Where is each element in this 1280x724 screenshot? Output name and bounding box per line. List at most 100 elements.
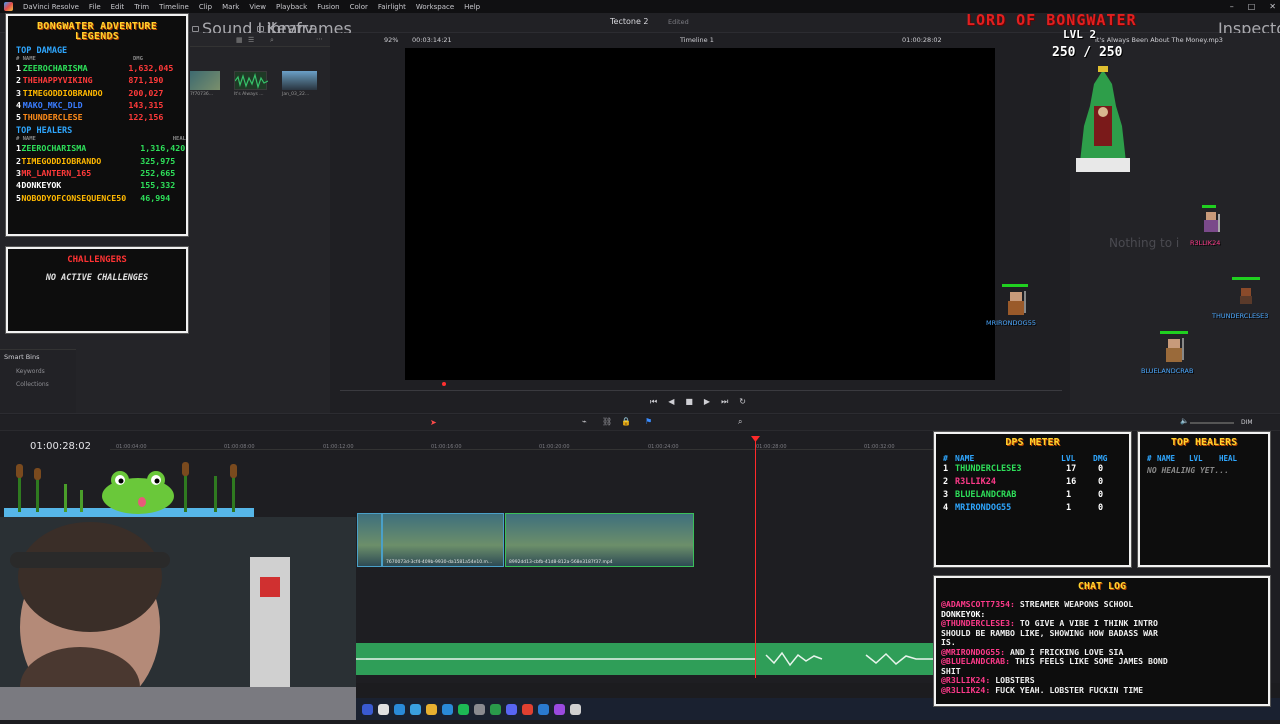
chat-text: FUCK YEAH. LOBSTER FUCKIN TIME xyxy=(990,684,1144,695)
speaker-icon[interactable]: 🔈 xyxy=(1180,417,1189,425)
menu-file[interactable]: File xyxy=(84,3,106,11)
close-icon[interactable]: ✕ xyxy=(1269,2,1276,11)
snapping-icon[interactable]: ⌁ xyxy=(582,417,587,426)
ruler-tick-label: 01:00:12:00 xyxy=(323,444,354,450)
player-name: MR_LANTERN_165 xyxy=(21,168,92,179)
play-icon[interactable]: ▶ xyxy=(704,397,710,407)
sprite-name: MRIRONDOG55 xyxy=(986,319,1036,327)
media-thumb-1[interactable] xyxy=(190,71,220,90)
chat-username: @ADAMSCOTT7354: xyxy=(941,599,1015,609)
app-icon[interactable] xyxy=(474,703,485,715)
video-clip[interactable]: 8992dd13-cbfb-41d8-812a-568e3187f37.mp4 xyxy=(505,513,694,567)
menu-clip[interactable]: Clip xyxy=(194,3,217,11)
warrior-sprite-icon xyxy=(1240,288,1252,304)
media-thumb-2-label: It's Always ... xyxy=(234,92,264,97)
search-icon[interactable]: ⌕ xyxy=(270,36,274,45)
menu-playback[interactable]: Playback xyxy=(271,3,312,11)
challengers-status: NO ACTIVE CHALLENGES xyxy=(45,273,149,283)
discord-icon[interactable] xyxy=(506,703,517,715)
viewer-scrubber[interactable] xyxy=(340,390,1062,391)
menu-help[interactable]: Help xyxy=(459,3,485,11)
menu-timeline[interactable]: Timeline xyxy=(154,3,194,11)
rank: 2 xyxy=(943,477,949,487)
start-icon[interactable] xyxy=(362,703,373,715)
webcam-feed xyxy=(0,517,356,724)
keywords-bin[interactable]: Keywords xyxy=(16,368,45,375)
search-icon[interactable] xyxy=(378,703,389,715)
throne-sprite xyxy=(1072,66,1134,176)
inspector-empty-text: Nothing to i xyxy=(1109,236,1180,250)
header-dmg: DMG xyxy=(1093,454,1108,463)
minimize-icon[interactable]: – xyxy=(1230,2,1234,11)
top-healers-panel: TOP HEALERS # NAME LVL HEAL NO HEALING Y… xyxy=(1137,431,1271,568)
scrubber-playhead[interactable] xyxy=(442,382,446,386)
grid-view-icon[interactable]: ▦ xyxy=(236,36,243,44)
volume-slider[interactable] xyxy=(1190,422,1234,424)
maximize-icon[interactable]: □ xyxy=(1248,2,1256,11)
folder-icon[interactable] xyxy=(426,703,437,715)
menu-edit[interactable]: Edit xyxy=(106,3,130,11)
player-name: ZEEROCHARISMA xyxy=(22,63,88,73)
menu-workspace[interactable]: Workspace xyxy=(411,3,459,11)
clip-label: 7670073d-3cf4-409b-9930-da1581a54e10.m..… xyxy=(386,560,493,565)
excel-icon[interactable] xyxy=(490,703,501,715)
loop-icon[interactable]: ↻ xyxy=(739,397,746,407)
menu-trim[interactable]: Trim xyxy=(129,3,154,11)
dim-button[interactable]: DIM xyxy=(1241,419,1253,426)
video-clip[interactable]: 7670073d-3cf4-409b-9930-da1581a54e10.m..… xyxy=(382,513,504,567)
project-title: Tectone 2 xyxy=(610,17,649,26)
lock-icon[interactable]: 🔒 xyxy=(621,417,631,426)
audio-clip[interactable] xyxy=(356,643,934,675)
resolve-logo-icon xyxy=(4,2,13,11)
damage-value: 1,632,045 xyxy=(128,63,174,73)
flag-icon[interactable]: ⚑ xyxy=(645,417,652,426)
keyframes-icon xyxy=(257,25,264,32)
video-viewer[interactable] xyxy=(405,48,995,380)
healer-row: 1 ZEEROCHARISMA 1,316,420 xyxy=(16,142,186,154)
menu-fusion[interactable]: Fusion xyxy=(312,3,344,11)
chat-username: DONKEYOK: xyxy=(941,608,986,619)
zoom-icon[interactable]: ⌕ xyxy=(738,417,742,427)
dps-row: 4 MRIRONDOG55 1 0 xyxy=(943,502,1129,515)
skip-to-start-icon[interactable]: ⏮ xyxy=(650,397,657,407)
legends-panel: BONGWATER ADVENTURE LEGENDS TOP DAMAGE #… xyxy=(5,13,189,237)
menu-mark[interactable]: Mark xyxy=(217,3,244,11)
app-icon[interactable] xyxy=(570,703,581,715)
audio-waveform-icon xyxy=(234,72,269,90)
media-thumb-3[interactable] xyxy=(282,71,317,90)
menu-app[interactable]: DaVinci Resolve xyxy=(18,3,84,11)
healer-row: 2 TIMEGODDIOBRANDO 325,975 xyxy=(16,155,186,167)
timeline-timecode: 01:00:28:02 xyxy=(30,441,92,452)
stop-icon[interactable]: ■ xyxy=(685,397,693,407)
menu-fairlight[interactable]: Fairlight xyxy=(373,3,411,11)
menu-color[interactable]: Color xyxy=(345,3,373,11)
more-options-icon[interactable]: ⋯ xyxy=(316,35,323,43)
telegram-icon[interactable] xyxy=(410,703,421,715)
damage-row: 5 THUNDERCLESE 122,156 xyxy=(16,111,186,123)
timeline-name-dropdown[interactable]: Timeline 1 xyxy=(680,36,714,44)
skip-to-end-icon[interactable]: ⏭ xyxy=(721,397,728,407)
collections-bin[interactable]: Collections xyxy=(16,381,49,388)
app-icon[interactable] xyxy=(538,703,549,715)
link-icon[interactable]: ⛓ xyxy=(602,417,612,426)
list-view-icon[interactable]: ☰ xyxy=(248,36,254,44)
chat-username: @THUNDERCLESE3: xyxy=(941,618,1015,628)
menu-view[interactable]: View xyxy=(244,3,271,11)
healers-empty-text: NO HEALING YET... xyxy=(1147,466,1229,475)
chrome-icon[interactable] xyxy=(522,703,533,715)
play-reverse-icon[interactable]: ◀ xyxy=(668,397,674,407)
zoom-level[interactable]: 92% xyxy=(384,36,398,44)
twitch-icon[interactable] xyxy=(554,703,565,715)
media-thumb-1-label: 7f70736... xyxy=(190,92,214,97)
timeline-playhead[interactable] xyxy=(755,438,756,678)
warrior-sprite-icon xyxy=(1204,212,1220,232)
ruler-tick-label: 01:00:24:00 xyxy=(648,444,679,450)
rank: 4 xyxy=(16,99,21,110)
selection-tool-icon[interactable]: ➤ xyxy=(430,418,437,427)
player-name: MAKO_MKC_DLD xyxy=(22,99,83,110)
video-clip[interactable] xyxy=(357,513,382,567)
mail-icon[interactable] xyxy=(442,703,453,715)
spotify-icon[interactable] xyxy=(458,703,469,715)
media-thumb-2[interactable] xyxy=(234,71,269,90)
edge-icon[interactable] xyxy=(394,703,405,715)
